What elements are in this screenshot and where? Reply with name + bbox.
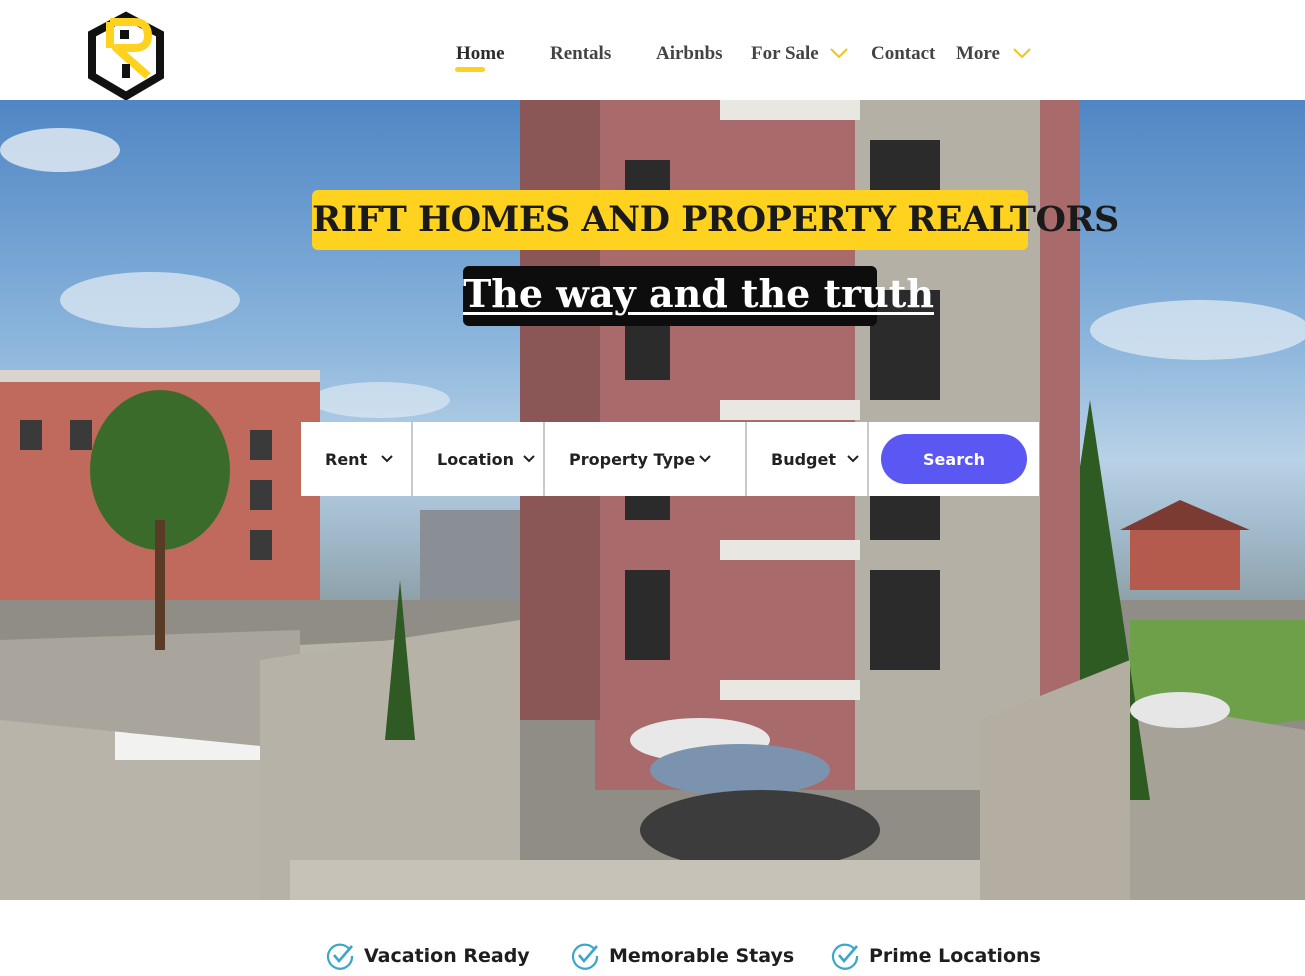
property-search-bar: Rent Location Property Type Budget Searc… [301,422,1039,496]
nav-contact[interactable]: Contact [871,42,935,66]
feature-vacation-ready: Vacation Ready [326,942,530,970]
nav-airbnbs[interactable]: Airbnbs [656,42,723,66]
check-circle-icon [831,943,859,970]
hero-tagline: The way and the truth [463,266,934,326]
chevron-down-icon [699,455,711,463]
location-select-label: Location [437,449,514,469]
site-header: Home Rentals Airbnbs For Sale Contact Mo… [0,0,1305,101]
search-button[interactable]: Search [881,434,1027,484]
nav-home[interactable]: Home [456,42,505,66]
nav-more[interactable]: More [956,42,1000,66]
hero-title: RIFT HOMES AND PROPERTY REALTORS [312,190,1119,250]
hero-banner: RIFT HOMES AND PROPERTY REALTORS The way… [0,100,1305,900]
rent-select-label: Rent [325,449,368,469]
chevron-down-icon [847,455,859,463]
main-nav: Home Rentals Airbnbs For Sale Contact Mo… [0,0,1305,100]
check-circle-icon [571,943,599,970]
property-type-select[interactable]: Property Type [545,422,745,496]
rent-select[interactable]: Rent [301,422,411,496]
budget-select[interactable]: Budget [747,422,867,496]
feature-label: Prime Locations [869,945,1041,967]
chevron-down-icon [523,455,535,463]
field-divider [867,422,869,496]
nav-for-sale[interactable]: For Sale [751,42,819,66]
nav-active-indicator [455,67,485,72]
check-circle-icon [326,943,354,970]
property-type-select-label: Property Type [569,449,696,469]
feature-prime-locations: Prime Locations [831,942,1041,970]
nav-rentals[interactable]: Rentals [550,42,611,66]
chevron-down-icon[interactable] [1012,45,1032,61]
features-strip: Vacation Ready Memorable Stays Prime Loc… [0,900,1305,976]
feature-label: Memorable Stays [609,945,795,967]
feature-memorable-stays: Memorable Stays [571,942,794,970]
budget-select-label: Budget [771,449,836,469]
chevron-down-icon[interactable] [829,45,849,61]
feature-label: Vacation Ready [364,945,530,967]
location-select[interactable]: Location [413,422,543,496]
chevron-down-icon [381,455,393,463]
